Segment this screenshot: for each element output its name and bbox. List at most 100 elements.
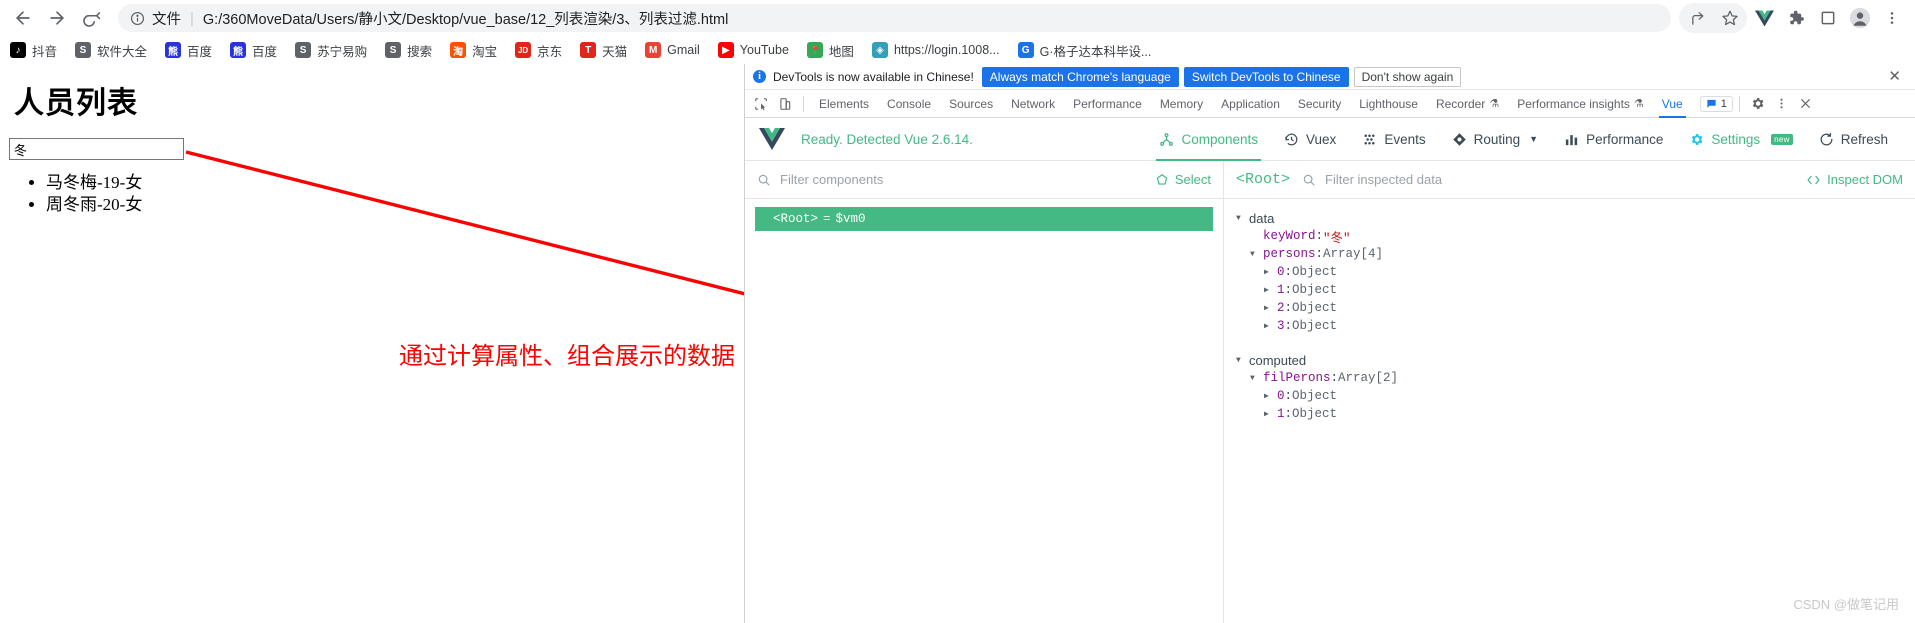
sidepanel-icon[interactable] xyxy=(1813,3,1843,33)
bookmark-item[interactable]: S 苏宁易购 xyxy=(295,41,367,60)
chevron-down-icon[interactable]: ▼ xyxy=(1250,374,1258,383)
vue-nav-events[interactable]: Events xyxy=(1349,118,1438,161)
bookmark-item[interactable]: S 软件大全 xyxy=(75,41,147,60)
tab-application[interactable]: Application xyxy=(1212,90,1289,118)
vue-nav-refresh[interactable]: Refresh xyxy=(1806,118,1901,161)
tab-vue[interactable]: Vue xyxy=(1653,90,1692,118)
chevron-down-icon[interactable]: ▼ xyxy=(1236,356,1244,365)
info-circle-icon[interactable] xyxy=(130,11,145,26)
bookmark-item[interactable]: S 搜索 xyxy=(385,41,432,60)
chevron-down-icon[interactable]: ▼ xyxy=(1236,214,1244,223)
vue-nav-routing[interactable]: Routing ▼ xyxy=(1439,118,1551,161)
chevron-down-icon[interactable]: ▼ xyxy=(1250,250,1258,259)
chevron-right-icon[interactable]: ▶ xyxy=(1264,267,1272,277)
dont-show-again-button[interactable]: Don't show again xyxy=(1353,66,1462,87)
data-key: persons xyxy=(1263,247,1316,261)
data-row[interactable]: ▶ 0: Object xyxy=(1236,387,1915,405)
tab-lighthouse[interactable]: Lighthouse xyxy=(1350,90,1427,118)
inspect-dom-button[interactable]: Inspect DOM xyxy=(1806,172,1903,187)
data-key: 1 xyxy=(1277,283,1285,297)
vue-nav-settings[interactable]: Settings new xyxy=(1676,118,1805,161)
vue-nav-label: Routing xyxy=(1473,131,1521,147)
bookmark-item[interactable]: T 天猫 xyxy=(580,41,627,60)
data-row[interactable]: ▶ 0: Object xyxy=(1236,263,1915,281)
kebab-icon[interactable] xyxy=(1770,92,1794,116)
bookmark-item[interactable]: ♪ 抖音 xyxy=(10,41,57,60)
bookmark-item[interactable]: G G·格子达本科毕设... xyxy=(1017,41,1151,60)
vue-nav-vuex[interactable]: Vuex xyxy=(1271,118,1349,161)
issues-badge[interactable]: 1 xyxy=(1699,95,1733,112)
extensions-puzzle-icon[interactable] xyxy=(1781,3,1811,33)
omnibox-actions-pill xyxy=(1679,3,1747,33)
chrome-menu-icon[interactable] xyxy=(1877,3,1907,33)
switch-devtools-language-button[interactable]: Switch DevTools to Chinese xyxy=(1183,66,1349,87)
tab-network[interactable]: Network xyxy=(1002,90,1064,118)
data-row[interactable]: ▶ 3: Object xyxy=(1236,317,1915,335)
bookmark-label: Gmail xyxy=(667,43,700,57)
bookmark-star-icon[interactable] xyxy=(1715,3,1745,33)
chevron-right-icon[interactable]: ▶ xyxy=(1264,285,1272,295)
profile-avatar-icon[interactable] xyxy=(1845,3,1875,33)
bookmark-label: https://login.1008... xyxy=(893,43,1000,57)
vue-nav-performance[interactable]: Performance xyxy=(1551,118,1676,161)
chevron-right-icon[interactable]: ▶ xyxy=(1264,409,1272,419)
vue-devtools-extension-icon[interactable] xyxy=(1749,3,1779,33)
tab-sources[interactable]: Sources xyxy=(940,90,1002,118)
tab-recorder[interactable]: Recorder ⚗ xyxy=(1427,90,1508,118)
forward-icon[interactable] xyxy=(42,3,72,33)
vue-nav: Components Vuex Events Routing ▼ Performance S… xyxy=(1146,118,1901,161)
bookmark-item[interactable]: 淘淘宝 xyxy=(450,41,497,60)
tab-memory[interactable]: Memory xyxy=(1151,90,1212,118)
component-node-root[interactable]: <Root> = $vm0 xyxy=(755,207,1213,231)
tab-elements[interactable]: Elements xyxy=(810,90,878,118)
routing-icon xyxy=(1452,132,1467,147)
filter-inspected-data-input[interactable]: Filter inspected data xyxy=(1325,172,1806,187)
tab-performance[interactable]: Performance xyxy=(1064,90,1151,118)
vue-components-column: Filter components Select <Root> = $vm0 xyxy=(745,161,1224,623)
close-icon[interactable]: ✕ xyxy=(1882,69,1907,84)
tab-console[interactable]: Console xyxy=(878,90,940,118)
data-row[interactable]: keyWord: "冬" xyxy=(1236,227,1915,246)
close-icon[interactable] xyxy=(1794,92,1818,116)
data-row[interactable]: ▼ filPerons: Array[2] xyxy=(1236,369,1915,387)
vue-nav-components[interactable]: Components xyxy=(1146,118,1271,161)
bookmark-item[interactable]: JD 京东 xyxy=(515,41,562,60)
bookmark-item[interactable]: ▶ YouTube xyxy=(717,42,789,58)
url-scheme-label: 文件 xyxy=(152,11,181,28)
data-row[interactable]: ▶ 1: Object xyxy=(1236,405,1915,423)
experiment-flask-icon: ⚗ xyxy=(1633,98,1644,110)
data-group-name: data xyxy=(1249,210,1275,226)
tab-label: Network xyxy=(1011,96,1056,111)
inspect-element-icon[interactable] xyxy=(749,92,773,116)
chevron-right-icon[interactable]: ▶ xyxy=(1264,321,1272,331)
data-row[interactable]: ▶ 2: Object xyxy=(1236,299,1915,317)
device-toolbar-icon[interactable] xyxy=(773,92,797,116)
address-bar[interactable]: 文件 | G:/360MoveData/Users/静小文/Desktop/vu… xyxy=(118,4,1671,32)
bookmark-item[interactable]: M Gmail xyxy=(645,42,700,58)
gear-icon[interactable] xyxy=(1746,92,1770,116)
back-icon[interactable] xyxy=(8,3,38,33)
bookmark-item[interactable]: 熊百度 xyxy=(165,41,212,60)
issues-count: 1 xyxy=(1720,97,1727,110)
search-input[interactable] xyxy=(9,138,184,160)
reload-icon[interactable] xyxy=(76,3,106,33)
select-component-button[interactable]: Select xyxy=(1155,172,1211,187)
url-text[interactable]: G:/360MoveData/Users/静小文/Desktop/vue_bas… xyxy=(203,8,728,29)
share-icon[interactable] xyxy=(1683,3,1713,33)
always-match-language-button[interactable]: Always match Chrome's language xyxy=(981,66,1179,87)
data-row[interactable]: ▶ 1: Object xyxy=(1236,281,1915,299)
bookmark-item[interactable]: 熊百度 xyxy=(230,41,277,60)
data-group-computed[interactable]: ▼ computed xyxy=(1236,351,1915,369)
data-group-data[interactable]: ▼ data xyxy=(1236,209,1915,227)
taobao-icon: 淘 xyxy=(450,42,467,58)
bookmark-item[interactable]: ◈ https://login.1008... xyxy=(871,42,1000,58)
tab-security[interactable]: Security xyxy=(1289,90,1350,118)
filter-components-input[interactable]: Filter components xyxy=(780,172,1155,187)
bookmark-item[interactable]: 📍 地图 xyxy=(806,41,854,60)
data-row[interactable]: ▼ persons: Array[4] xyxy=(1236,245,1915,263)
component-node-vm: $vm0 xyxy=(835,212,866,226)
bookmark-label: 百度 xyxy=(187,44,213,59)
chevron-right-icon[interactable]: ▶ xyxy=(1264,303,1272,313)
tab-performance-insights[interactable]: Performance insights ⚗ xyxy=(1508,90,1653,118)
chevron-right-icon[interactable]: ▶ xyxy=(1264,391,1272,401)
